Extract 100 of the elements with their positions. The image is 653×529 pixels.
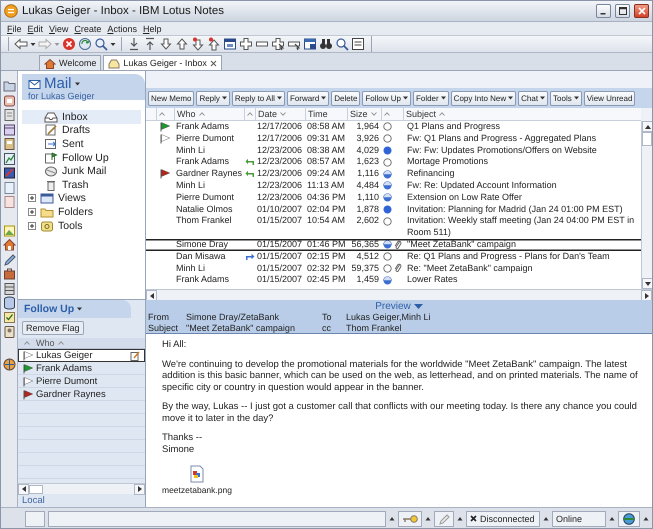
form-icon[interactable] xyxy=(351,37,365,51)
tab[interactable]: Lukas Geiger - Inbox xyxy=(103,55,222,70)
action-button[interactable]: Follow Up xyxy=(362,90,411,106)
expand-icon[interactable] xyxy=(28,208,36,216)
menu-button[interactable] xyxy=(457,516,463,521)
column-header[interactable]: Date xyxy=(255,108,305,120)
menu-item[interactable]: File xyxy=(4,24,25,34)
message-row[interactable]: Pierre Dumont 12/23/2006 04:36 PM 1,110 Extension on Low Rate Offer xyxy=(146,192,641,204)
blank-page-icon[interactable] xyxy=(2,195,16,209)
expand-icon[interactable] xyxy=(28,222,36,230)
scroll-down-button[interactable] xyxy=(642,278,652,289)
follow-up-row[interactable]: Lukas Geiger xyxy=(18,349,145,362)
mail-title[interactable]: Mail xyxy=(44,76,72,91)
connection-status[interactable]: Disconnected xyxy=(466,510,540,526)
minimize-button[interactable] xyxy=(596,4,611,18)
expand-icon[interactable] xyxy=(28,194,36,202)
calendar-icon[interactable] xyxy=(2,122,16,136)
search-icon[interactable] xyxy=(335,37,349,51)
arrow-down-icon[interactable] xyxy=(159,37,173,51)
scrollbar-thumb[interactable] xyxy=(642,132,652,146)
nav-item[interactable]: Follow Up xyxy=(22,150,141,164)
pen-page-icon[interactable] xyxy=(2,166,16,180)
window-icon[interactable] xyxy=(303,37,317,51)
close-icon[interactable] xyxy=(210,60,217,66)
globe-icon[interactable] xyxy=(2,358,16,372)
action-button[interactable]: Reply to All xyxy=(232,90,285,106)
message-row[interactable]: Pierre Dumont 12/17/2006 09:31 AM 3,926 Fw: Q1 Plans and Progress - Aggregated Plans xyxy=(146,132,641,145)
action-button[interactable]: Copy Into New xyxy=(450,90,516,106)
location-status[interactable]: Online xyxy=(552,510,606,526)
scroll-right-button[interactable] xyxy=(641,290,652,301)
chart-page-icon[interactable] xyxy=(2,152,16,166)
follow-up-row[interactable]: Gardner Raynes xyxy=(18,388,145,401)
arrow-up-icon[interactable] xyxy=(175,37,189,51)
menu-item[interactable]: Help xyxy=(140,24,164,34)
sort-button[interactable] xyxy=(244,108,255,120)
starred-down-arrow-icon[interactable] xyxy=(191,37,205,51)
menu-item[interactable]: Create xyxy=(71,24,104,34)
caret-icon[interactable] xyxy=(74,82,80,86)
menu-button[interactable] xyxy=(543,516,549,521)
maximize-button[interactable] xyxy=(615,4,630,18)
menu-item[interactable]: View xyxy=(46,24,72,34)
starred-up-arrow-icon[interactable] xyxy=(207,37,221,51)
menu-item[interactable]: Actions xyxy=(104,24,140,34)
back-arrow-icon[interactable] xyxy=(14,37,28,51)
nav-item[interactable]: Sent xyxy=(22,137,141,151)
status-box[interactable] xyxy=(618,510,640,526)
plus-icon[interactable] xyxy=(239,37,253,51)
menu-button[interactable] xyxy=(389,516,395,521)
nav-item[interactable]: Drafts xyxy=(22,124,141,138)
search-icon[interactable] xyxy=(94,37,108,51)
action-button[interactable]: Delete xyxy=(331,90,360,106)
message-row[interactable]: Minh Li 12/23/2006 08:38 AM 4,029 Fw: Fw: Updates Promotions/Offers on Website xyxy=(146,144,641,156)
message-row[interactable]: Minh Li 01/15/2007 02:32 PM 59,375 Re: "Meet ZetaBank" campaign xyxy=(146,262,641,274)
message-row[interactable]: Frank Adams 12/17/2006 08:58 AM 1,964 Q1 Plans and Progress xyxy=(146,121,641,133)
message-row[interactable]: Frank Adams 01/15/2007 02:45 PM 1,459 Lower Rates xyxy=(146,274,641,286)
upload-icon[interactable] xyxy=(143,37,157,51)
follow-up-row[interactable]: Frank Adams xyxy=(18,362,145,375)
download-icon[interactable] xyxy=(127,37,141,51)
follow-up-title[interactable]: Follow Up xyxy=(24,303,74,315)
cabinet-icon[interactable] xyxy=(2,282,16,296)
action-button[interactable]: View Unread xyxy=(584,90,636,106)
scroll-left-button[interactable] xyxy=(18,484,29,494)
message-row[interactable]: Natalie Olmos 01/10/2007 02:04 PM 1,878 Invitation: Planning for Madrid (Jan 24 01:00 PM EST) xyxy=(146,204,641,216)
address-book-icon[interactable] xyxy=(2,325,16,339)
briefcase-icon[interactable] xyxy=(2,267,16,281)
message-row[interactable]: Minh Li 12/23/2006 11:13 AM 4,484 Fw: Re: Updated Account Information xyxy=(146,180,641,192)
action-button[interactable]: Folder xyxy=(412,90,449,106)
tab[interactable]: Welcome xyxy=(39,55,102,70)
action-button[interactable]: Tools xyxy=(550,90,582,106)
nav-item[interactable]: Inbox xyxy=(22,110,141,124)
nav-item[interactable]: Tools xyxy=(22,218,141,232)
house-icon[interactable] xyxy=(2,238,16,252)
menu-button[interactable] xyxy=(425,516,431,521)
remove-flag-button[interactable]: Remove Flag xyxy=(22,321,84,335)
preview-toggle[interactable]: Preview xyxy=(375,300,423,312)
mailbox-icon[interactable] xyxy=(2,94,16,108)
notebook-icon[interactable] xyxy=(2,137,16,151)
column-header[interactable]: Time xyxy=(305,108,347,120)
attachment-button[interactable]: meetzetabank.png xyxy=(162,465,232,496)
column-header[interactable]: Who xyxy=(174,108,244,120)
close-button[interactable] xyxy=(634,4,649,18)
calendar-icon[interactable] xyxy=(223,37,237,51)
action-button[interactable]: Reply xyxy=(196,90,230,106)
menu-item[interactable]: Edit xyxy=(24,24,46,34)
checkbox-icon[interactable] xyxy=(2,310,16,324)
column-header[interactable]: Subject xyxy=(403,108,641,120)
message-row[interactable]: Frank Adams 12/23/2006 08:57 AM 1,623 Mortage Promotions xyxy=(146,156,641,168)
action-button[interactable]: Forward xyxy=(286,90,330,106)
follow-up-row[interactable]: Pierre Dumont xyxy=(18,375,145,388)
message-row[interactable]: Gardner Raynes 12/23/2006 09:24 AM 1,116 Refinancing xyxy=(146,168,641,180)
menu-button[interactable] xyxy=(609,516,615,521)
action-button[interactable]: Chat xyxy=(518,90,548,106)
message-row[interactable]: Simone Dray 01/15/2007 01:46 PM 56,365 "Meet ZetaBank" campaign xyxy=(146,238,641,251)
nav-item[interactable]: Folders xyxy=(22,205,141,219)
stop-icon[interactable] xyxy=(62,37,76,51)
nav-item[interactable]: Views xyxy=(22,192,141,206)
message-row[interactable]: Thom Frankel 01/15/2007 10:54 AM 2,602 Invitation: Weekly staff meeting (Jan 24 04:00 PM EST in Room 511) xyxy=(146,215,641,239)
nav-item[interactable]: Junk Mail xyxy=(22,164,141,178)
pencil-icon[interactable] xyxy=(2,252,16,266)
page-icon[interactable] xyxy=(2,108,16,122)
